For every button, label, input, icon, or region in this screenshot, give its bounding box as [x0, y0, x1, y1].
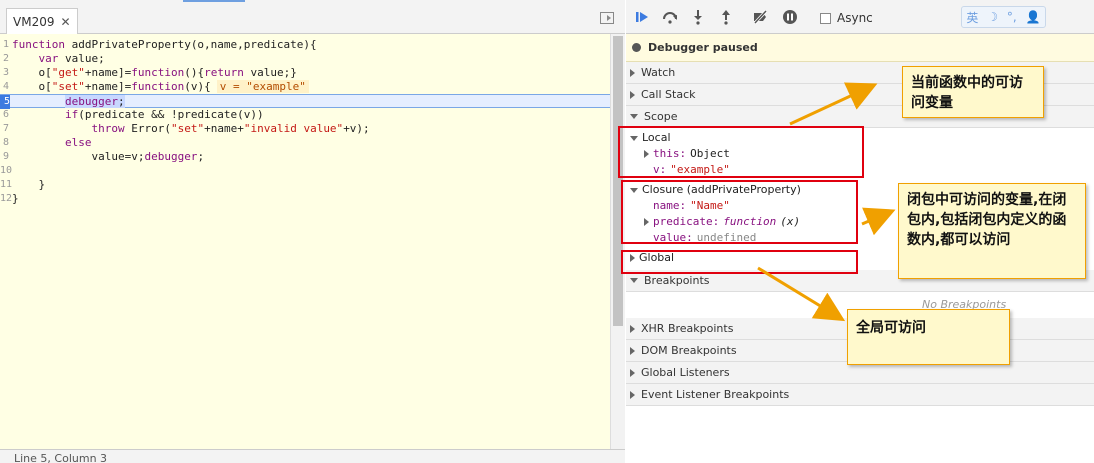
code-line[interactable]: 7 throw Error("set"+name+"invalid value"… [0, 122, 610, 136]
inline-variable-value: v = "example" [216, 80, 309, 93]
local-scope-note: 当前函数中的可访问变量 [902, 66, 1044, 118]
collapse-triangle-icon [630, 278, 638, 283]
code-line[interactable]: 12} [0, 192, 610, 206]
ime-punct-icon[interactable]: °, [1007, 10, 1017, 24]
toggle-debugger-icon[interactable] [600, 12, 614, 24]
code-line[interactable]: 1 function addPrivateProperty(o,name,pred… [0, 38, 610, 52]
paused-text: Debugger paused [648, 41, 758, 54]
expand-triangle-icon [630, 368, 635, 377]
code-editor[interactable]: 1 function addPrivateProperty(o,name,pred… [0, 34, 610, 449]
closure-scope-highlight [621, 180, 858, 244]
expand-triangle-icon [630, 68, 635, 77]
async-label: Async [837, 11, 873, 25]
editor-tab-bar: VM209 ✕ [0, 0, 625, 34]
step-out-icon[interactable] [718, 9, 734, 25]
code-line[interactable]: 6 if(predicate && !predicate(v)) [0, 108, 610, 122]
event-listener-breakpoints-section[interactable]: Event Listener Breakpoints [626, 384, 1094, 406]
ime-lang-icon[interactable]: 英 [966, 9, 978, 26]
debugger-toolbar: Async 英 ☽ °, 👤 [626, 0, 1094, 34]
code-line[interactable]: 4 o["set"+name]=function(v){v = "example… [0, 80, 610, 94]
expand-triangle-icon [630, 390, 635, 399]
async-checkbox-box[interactable] [820, 12, 831, 24]
file-tab-vm209[interactable]: VM209 ✕ [6, 8, 78, 34]
code-line[interactable]: 8 else [0, 136, 610, 150]
async-checkbox[interactable]: Async [820, 11, 873, 25]
expand-triangle-icon [630, 324, 635, 333]
cursor-position: Line 5, Column 3 [14, 452, 108, 463]
editor-status-bar: Line 5, Column 3 [0, 449, 625, 463]
file-tab-label: VM209 [13, 14, 55, 29]
current-execution-line[interactable]: 5 debugger; [0, 94, 610, 109]
code-line[interactable]: 3 o["get"+name]=function(){return value;… [0, 66, 610, 80]
active-top-indicator [183, 0, 245, 2]
code-line[interactable]: 10 [0, 164, 610, 178]
code-line[interactable]: 2 var value; [0, 52, 610, 66]
closure-scope-note: 闭包中可访问的变量,在闭包内,包括闭包内定义的函数内,都可以访问 [898, 183, 1086, 279]
code-line[interactable]: 9 value=v;debugger; [0, 150, 610, 164]
ime-user-icon[interactable]: 👤 [1026, 10, 1041, 24]
close-tab-icon[interactable]: ✕ [60, 15, 70, 29]
expand-triangle-icon [630, 346, 635, 355]
step-over-icon[interactable] [662, 9, 678, 25]
ime-toolbar[interactable]: 英 ☽ °, 👤 [961, 6, 1046, 28]
global-listeners-section[interactable]: Global Listeners [626, 362, 1094, 384]
sources-panel: VM209 ✕ 1 function addPrivateProperty(o,n… [0, 0, 625, 463]
debugger-paused-banner: Debugger paused [626, 34, 1094, 62]
pause-on-exceptions-icon[interactable] [782, 9, 798, 25]
paused-icon [632, 43, 641, 52]
global-scope-note: 全局可访问 [847, 309, 1010, 365]
collapse-triangle-icon [630, 114, 638, 119]
step-into-icon[interactable] [690, 9, 706, 25]
expand-triangle-icon [630, 90, 635, 99]
code-line[interactable]: 11 } [0, 178, 610, 192]
ime-moon-icon[interactable]: ☽ [987, 10, 998, 24]
global-scope-highlight [621, 250, 858, 274]
deactivate-breakpoints-icon[interactable] [752, 9, 768, 25]
local-scope-highlight [618, 126, 864, 178]
resume-icon[interactable] [634, 9, 650, 25]
